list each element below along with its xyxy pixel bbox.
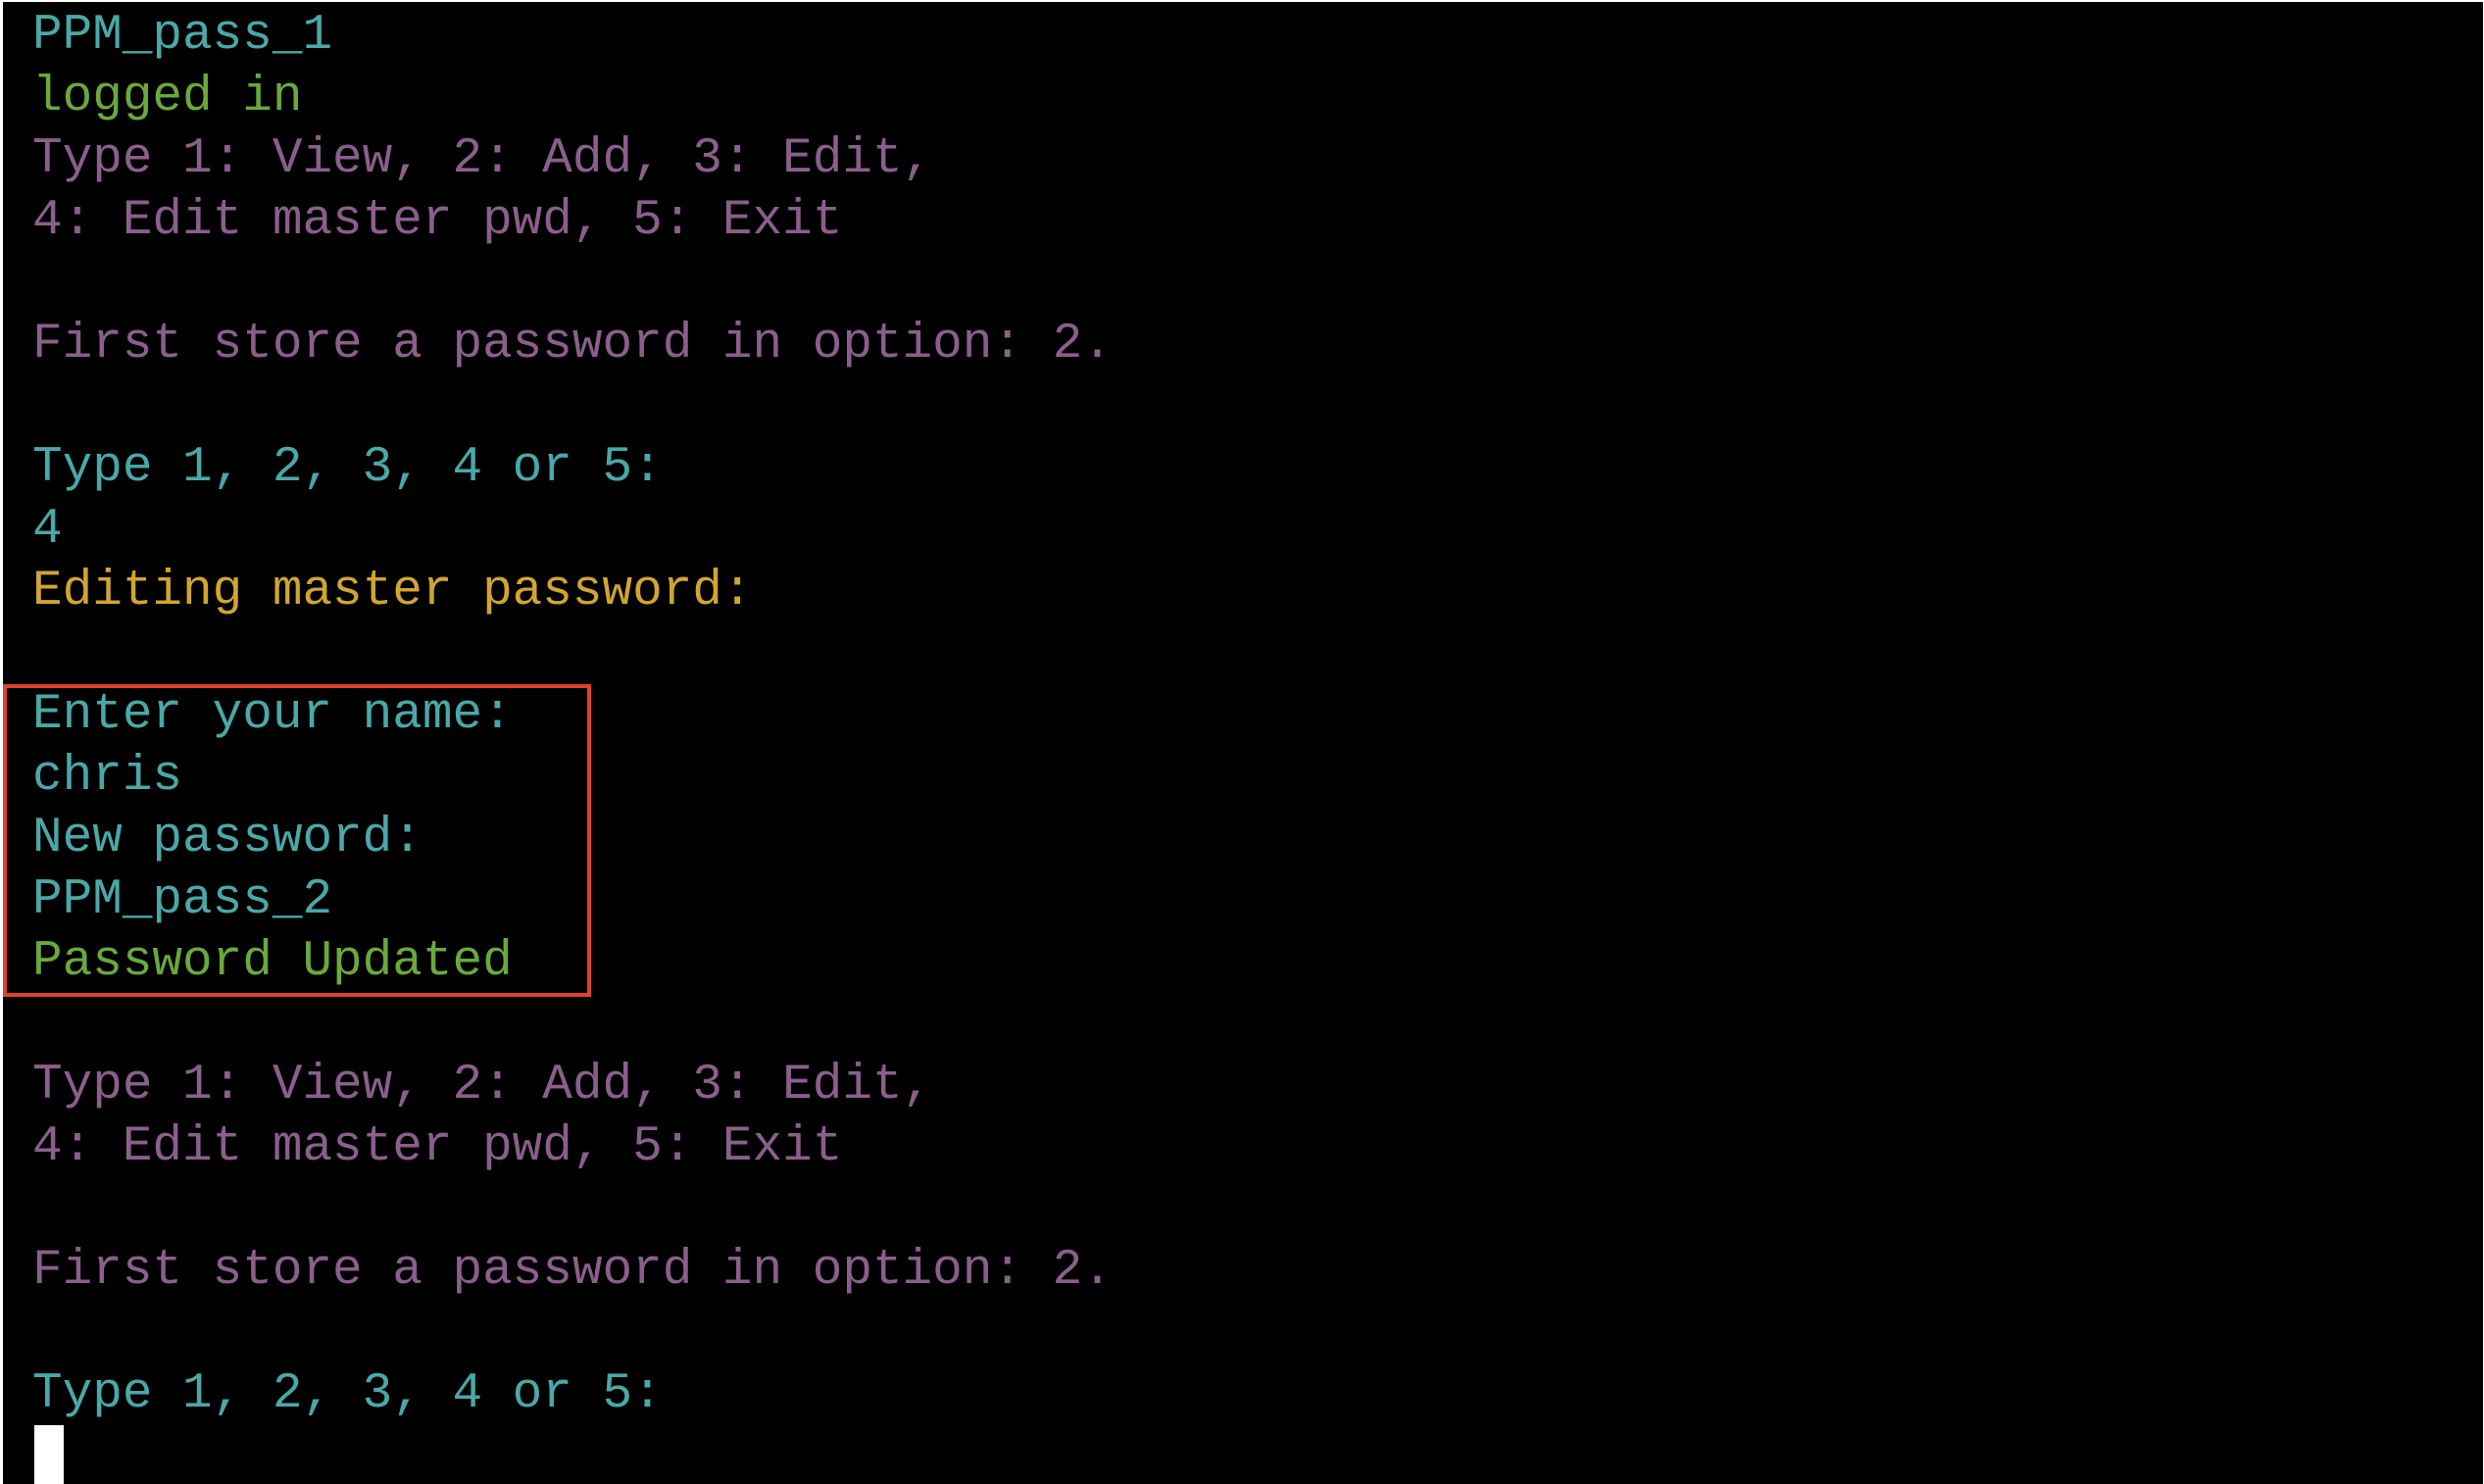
terminal-line-choice-prompt-repeat: Type 1, 2, 3, 4 or 5: (32, 1366, 663, 1422)
terminal-line-store-hint: First store a password in option: 2. (32, 317, 1113, 372)
terminal-line-password-echo: PPM_pass_1 (32, 8, 333, 64)
terminal-line-menu-options-1: Type 1: View, 2: Add, 3: Edit, (32, 131, 933, 187)
terminal-line-menu-options-2: 4: Edit master pwd, 5: Exit (32, 193, 843, 249)
terminal-line-user-choice: 4 (32, 502, 63, 558)
terminal-line-editing-master: Editing master password: (32, 564, 753, 619)
terminal-line-choice-prompt: Type 1, 2, 3, 4 or 5: (32, 440, 663, 496)
terminal-line-store-hint-repeat: First store a password in option: 2. (32, 1243, 1113, 1299)
highlight-box (3, 684, 591, 997)
terminal-line-menu-options-1-repeat: Type 1: View, 2: Add, 3: Edit, (32, 1058, 933, 1113)
terminal-line-logged-in: logged in (32, 70, 303, 125)
terminal-line-menu-options-2-repeat: 4: Edit master pwd, 5: Exit (32, 1119, 843, 1175)
terminal-window[interactable]: PPM_pass_1 logged in Type 1: View, 2: Ad… (3, 2, 2483, 1484)
terminal-cursor[interactable] (34, 1425, 64, 1484)
